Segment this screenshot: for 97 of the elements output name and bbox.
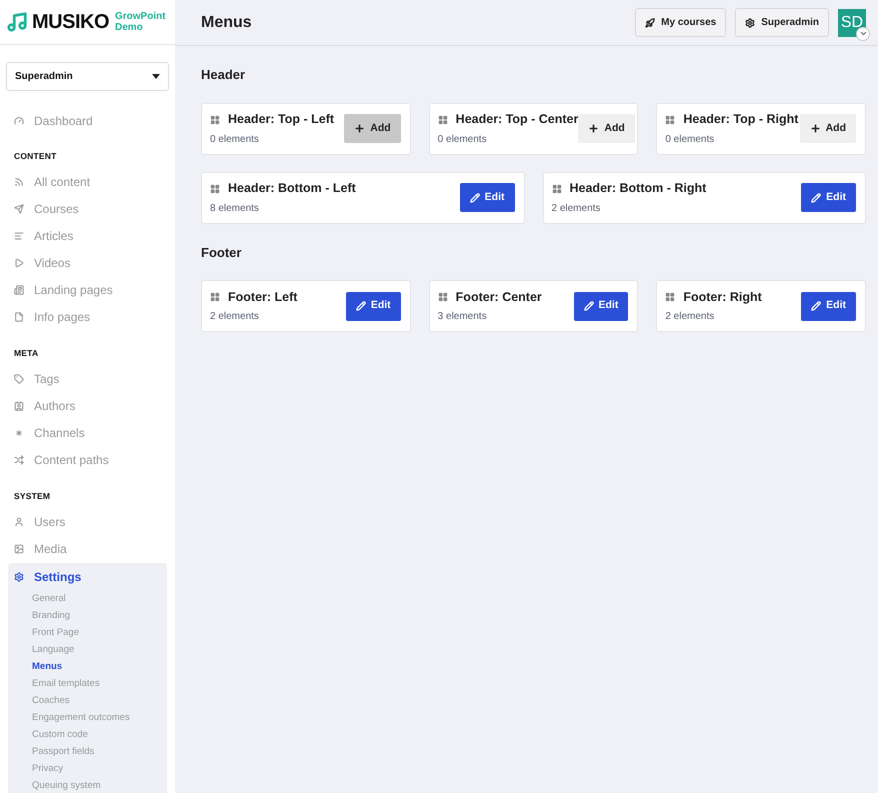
element-count: 3 elements bbox=[438, 310, 488, 324]
nav-section-heading: META bbox=[13, 346, 40, 360]
newspaper-icon bbox=[14, 285, 24, 296]
plus-icon bbox=[354, 123, 366, 134]
card-title: Footer: Left bbox=[228, 288, 298, 306]
pencil-icon bbox=[356, 301, 366, 311]
element-count: 8 elements bbox=[210, 202, 260, 216]
nav-item[interactable]: Settings bbox=[0, 563, 175, 590]
grid-icon bbox=[438, 292, 448, 302]
settings-subitem[interactable]: Front Page bbox=[32, 624, 167, 642]
card-title: Header: Bottom - Left bbox=[228, 180, 356, 198]
pencil-icon bbox=[811, 301, 822, 311]
nav-item[interactable]: Content paths bbox=[0, 446, 175, 474]
lines-icon bbox=[14, 231, 24, 242]
element-count: 2 elements bbox=[665, 310, 716, 324]
nav-item[interactable]: Info pages bbox=[0, 304, 175, 331]
settings-icon bbox=[14, 572, 24, 582]
user-icon bbox=[14, 516, 24, 527]
grid-icon bbox=[210, 114, 220, 124]
nav-item[interactable]: Authors bbox=[0, 392, 175, 420]
settings-subitem[interactable]: Engagement outcomes bbox=[32, 709, 167, 726]
element-count: 0 elements bbox=[210, 132, 260, 147]
nav-item[interactable]: Channels bbox=[0, 420, 175, 446]
edit-button[interactable]: Edit bbox=[574, 292, 628, 320]
plus-icon bbox=[588, 123, 600, 134]
shuffle-icon bbox=[14, 455, 24, 465]
page-title: Menus bbox=[201, 12, 252, 32]
plus-icon bbox=[810, 123, 821, 134]
caret-icon bbox=[152, 74, 160, 79]
add-button[interactable]: Add bbox=[578, 114, 635, 143]
nav-item[interactable]: Dashboard bbox=[0, 107, 175, 134]
edit-button[interactable]: Edit bbox=[346, 292, 401, 320]
settings-subitem[interactable]: Coaches bbox=[32, 692, 167, 710]
settings-subitem[interactable]: Branding bbox=[32, 607, 167, 624]
file-icon bbox=[14, 312, 24, 322]
edit-button[interactable]: Edit bbox=[460, 183, 514, 212]
card-title: Header: Top - Left bbox=[228, 111, 334, 128]
role-dropdown[interactable]: Superadmin bbox=[6, 62, 169, 91]
settings-icon bbox=[745, 18, 756, 28]
pencil-icon bbox=[811, 192, 822, 202]
nav-item[interactable]: Users bbox=[0, 508, 175, 536]
settings-subitem[interactable]: General bbox=[32, 590, 167, 608]
pencil-icon bbox=[584, 301, 594, 311]
element-count: 2 elements bbox=[210, 310, 260, 324]
image-icon bbox=[14, 544, 24, 554]
element-count: 0 elements bbox=[665, 132, 716, 147]
add-button[interactable]: Add bbox=[800, 114, 856, 143]
grid-icon bbox=[665, 292, 676, 302]
send-icon bbox=[14, 204, 24, 214]
section-title: Footer bbox=[201, 244, 242, 262]
chevron-icon[interactable] bbox=[856, 26, 870, 40]
asterisk-icon bbox=[14, 428, 24, 438]
grid-icon bbox=[665, 114, 676, 124]
card-title: Footer: Right bbox=[683, 288, 762, 306]
logo-tagline: Demo bbox=[115, 22, 144, 33]
nav-item[interactable]: Media bbox=[0, 535, 175, 562]
grid-icon bbox=[210, 292, 220, 302]
edit-button[interactable]: Edit bbox=[801, 183, 856, 212]
settings-subitem[interactable]: Queuing system bbox=[32, 777, 167, 793]
logo-tagline: GrowPoint bbox=[115, 11, 166, 22]
settings-subitem[interactable]: Email templates bbox=[32, 675, 167, 692]
add-button[interactable]: Add bbox=[344, 114, 401, 143]
account-button[interactable]: Superadmin bbox=[735, 8, 829, 37]
settings-subitem[interactable]: Passport fields bbox=[32, 743, 167, 760]
nav-item[interactable]: All content bbox=[0, 168, 175, 196]
contact-card-icon bbox=[14, 401, 24, 411]
card-title: Header: Top - Center bbox=[456, 111, 578, 128]
nav-item[interactable]: Tags bbox=[0, 366, 175, 392]
card-title: Header: Top - Right bbox=[683, 111, 798, 128]
grid-icon bbox=[438, 114, 448, 124]
grid-icon bbox=[552, 184, 562, 194]
logo-text: MUSIKO bbox=[32, 10, 109, 35]
rocket-icon bbox=[645, 18, 656, 28]
element-count: 0 elements bbox=[438, 132, 488, 147]
gauge-icon bbox=[14, 116, 24, 126]
nav-item[interactable]: Landing pages bbox=[0, 276, 175, 304]
nav-item[interactable]: Courses bbox=[0, 196, 175, 223]
card-title: Header: Bottom - Right bbox=[570, 180, 706, 198]
my-courses-button[interactable]: My courses bbox=[635, 8, 726, 37]
nav-item[interactable]: Videos bbox=[0, 250, 175, 277]
grid-icon bbox=[210, 184, 220, 194]
edit-button[interactable]: Edit bbox=[801, 292, 856, 320]
section-title: Header bbox=[201, 66, 246, 84]
pencil-icon bbox=[470, 192, 480, 202]
element-count: 2 elements bbox=[552, 202, 602, 216]
settings-subitem[interactable]: Language bbox=[32, 641, 167, 658]
nav-section-heading: CONTENT bbox=[13, 150, 58, 163]
settings-subitem[interactable]: Privacy bbox=[32, 760, 167, 778]
settings-subitem[interactable]: Custom code bbox=[32, 726, 167, 744]
settings-subitem[interactable]: Menus bbox=[32, 658, 167, 676]
nav-item[interactable]: Articles bbox=[0, 222, 175, 250]
play-icon bbox=[14, 258, 24, 268]
rss-icon bbox=[14, 177, 24, 188]
card-title: Footer: Center bbox=[456, 288, 542, 306]
music-note-icon bbox=[6, 11, 28, 33]
tag-icon bbox=[14, 374, 24, 384]
nav-section-heading: SYSTEM bbox=[13, 490, 52, 502]
